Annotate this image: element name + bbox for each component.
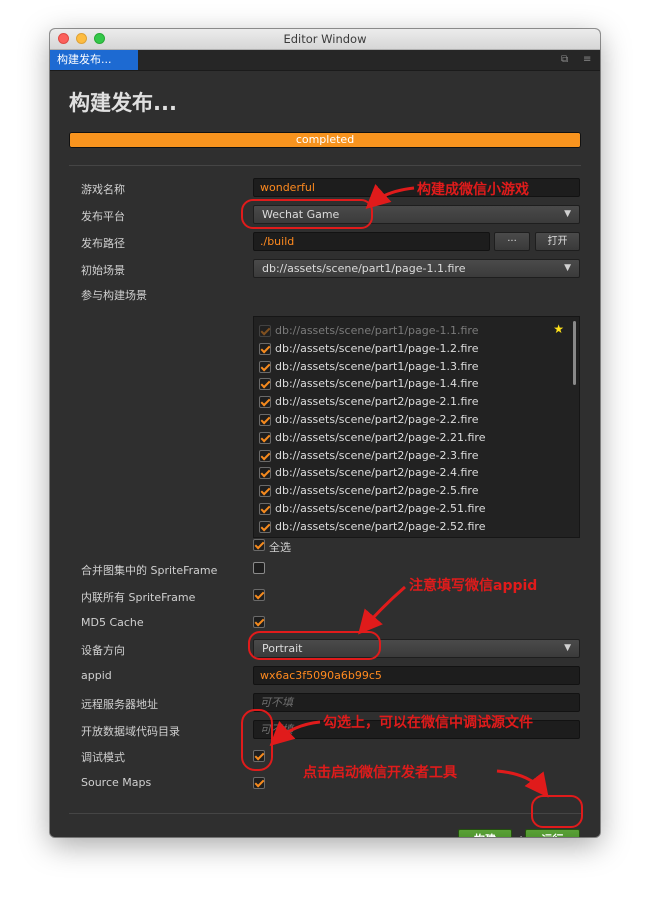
appid-label: appid — [81, 669, 112, 682]
scene-list-item[interactable]: db://assets/scene/part1/page-1.1.fire ★ — [254, 322, 570, 340]
window-title: Editor Window — [283, 32, 367, 46]
orientation-label: 设备方向 — [81, 644, 125, 657]
popout-icon[interactable]: ⧉ — [561, 54, 568, 65]
scene-checkbox[interactable] — [259, 503, 271, 515]
start-scene-value: db://assets/scene/part1/page-1.1.fire — [262, 262, 466, 275]
select-all-checkbox[interactable] — [253, 539, 265, 551]
remote-server-input[interactable]: 可不填 — [253, 693, 580, 712]
tab-bar: 构建发布... ⧉ ≡ — [50, 50, 600, 71]
scene-path: db://assets/scene/part1/page-1.2.fire — [275, 341, 479, 355]
scene-path: db://assets/scene/part1/page-1.4.fire — [275, 377, 479, 391]
chevron-down-icon: ▼ — [564, 643, 571, 653]
inline-spriteframe-label: 内联所有 SpriteFrame — [81, 591, 196, 604]
scene-checkbox[interactable] — [259, 396, 271, 409]
scene-path: db://assets/scene/part2/page-2.1.fire — [275, 395, 479, 409]
scene-path: db://assets/scene/part2/page-2.4.fire — [275, 466, 479, 480]
scene-checkbox[interactable] — [259, 360, 271, 373]
scene-checkbox — [259, 325, 271, 337]
scene-list-item[interactable]: db://assets/scene/part2/page-2.52.fire — [254, 519, 570, 536]
source-maps-checkbox[interactable] — [253, 777, 265, 789]
scene-list-item[interactable]: db://assets/scene/part1/page-1.3.fire — [254, 359, 570, 376]
platform-highlight-ring — [241, 199, 373, 229]
title-bar: Editor Window — [50, 29, 600, 50]
build-button[interactable]: 构建 — [458, 829, 512, 837]
scene-path: db://assets/scene/part2/page-2.51.fire — [275, 502, 486, 515]
merge-spriteframe-checkbox[interactable] — [253, 562, 265, 574]
scene-list-item[interactable]: db://assets/scene/part2/page-2.1.fire — [254, 394, 570, 411]
browse-path-button[interactable]: ··· — [494, 232, 530, 251]
build-path-label: 发布路径 — [81, 237, 125, 250]
scene-checkbox[interactable] — [259, 342, 271, 355]
scene-path: db://assets/scene/part2/page-2.2.fire — [275, 413, 479, 426]
md5-cache-checkbox[interactable] — [253, 616, 265, 628]
open-path-button[interactable]: 打开 — [535, 232, 580, 251]
source-maps-label: Source Maps — [81, 776, 152, 789]
start-scene-star-icon: ★ — [553, 322, 564, 336]
platform-annotation: 构建成微信小游戏 — [417, 182, 529, 198]
scene-checkbox[interactable] — [259, 431, 271, 444]
scene-path: db://assets/scene/part2/page-2.3.fire — [275, 448, 479, 462]
chevron-down-icon: ▼ — [564, 263, 571, 273]
scene-checkbox[interactable] — [259, 378, 271, 391]
scene-checkbox[interactable] — [259, 414, 271, 426]
progress-text: completed — [295, 133, 355, 146]
scene-checkbox[interactable] — [259, 467, 271, 480]
scene-path: db://assets/scene/part2/page-2.5.fire — [275, 484, 479, 498]
scene-list-item[interactable]: db://assets/scene/part2/page-2.21.fire — [254, 430, 570, 447]
build-path-input[interactable]: ./build — [253, 232, 490, 251]
scene-list-item[interactable]: db://assets/scene/part1/page-1.2.fire — [254, 341, 570, 358]
start-scene-select[interactable]: db://assets/scene/part1/page-1.1.fire ▼ — [253, 259, 580, 278]
menu-icon[interactable]: ≡ — [583, 54, 591, 65]
debug-highlight-ring — [241, 709, 273, 771]
appid-highlight-ring — [248, 631, 381, 660]
divider — [69, 165, 581, 166]
scene-checkbox[interactable] — [259, 520, 271, 533]
run-button[interactable]: 运行 — [525, 829, 580, 837]
scene-path: db://assets/scene/part1/page-1.3.fire — [275, 359, 479, 373]
tab-build[interactable]: 构建发布... — [50, 50, 138, 70]
md5-cache-label: MD5 Cache — [81, 616, 144, 629]
scene-list-item[interactable]: db://assets/scene/part1/page-1.4.fire — [254, 376, 570, 393]
scene-path: db://assets/scene/part2/page-2.21.fire — [275, 430, 486, 444]
appid-annotation: 注意填写微信appid — [409, 578, 538, 594]
inline-spriteframe-checkbox[interactable] — [253, 589, 265, 601]
scene-checkbox[interactable] — [259, 485, 271, 498]
scene-path: db://assets/scene/part1/page-1.1.fire — [275, 324, 479, 337]
arrow-right-icon: ➜ — [515, 832, 525, 837]
scene-list-item[interactable]: db://assets/scene/part2/page-2.5.fire — [254, 483, 570, 500]
select-all-label: 全选 — [269, 541, 291, 554]
debug-mode-label: 调试模式 — [81, 751, 125, 764]
start-scene-label: 初始场景 — [81, 264, 125, 277]
scenes-label: 参与构建场景 — [81, 289, 147, 302]
scene-list-item[interactable]: db://assets/scene/part2/page-2.51.fire — [254, 501, 570, 518]
scene-checkbox[interactable] — [259, 449, 271, 462]
scene-path: db://assets/scene/part2/page-2.52.fire — [275, 519, 486, 533]
debug-annotation: 勾选上，可以在微信中调试源文件 — [323, 715, 533, 731]
scene-list-scrollbar[interactable] — [573, 321, 576, 385]
appid-input[interactable]: wx6ac3f5090a6b99c5 — [253, 666, 580, 685]
remote-server-label: 远程服务器地址 — [81, 698, 158, 711]
open-data-dir-label: 开放数据域代码目录 — [81, 725, 180, 738]
run-annotation: 点击启动微信开发者工具 — [303, 765, 457, 781]
scene-list-item[interactable]: db://assets/scene/part2/page-2.4.fire — [254, 465, 570, 482]
divider — [69, 813, 581, 814]
run-highlight-ring — [531, 795, 583, 828]
build-progress-bar: completed — [69, 132, 581, 148]
page-title: 构建发布... — [69, 91, 177, 115]
platform-label: 发布平台 — [81, 210, 125, 223]
chevron-down-icon: ▼ — [564, 209, 571, 219]
scene-list-item[interactable]: db://assets/scene/part2/page-2.3.fire — [254, 448, 570, 465]
scene-list[interactable]: db://assets/scene/part1/page-1.1.fire ★ db… — [253, 316, 580, 538]
game-name-label: 游戏名称 — [81, 183, 125, 196]
scene-list-item[interactable]: db://assets/scene/part2/page-2.2.fire — [254, 412, 570, 429]
merge-spriteframe-label: 合并图集中的 SpriteFrame — [81, 564, 218, 577]
